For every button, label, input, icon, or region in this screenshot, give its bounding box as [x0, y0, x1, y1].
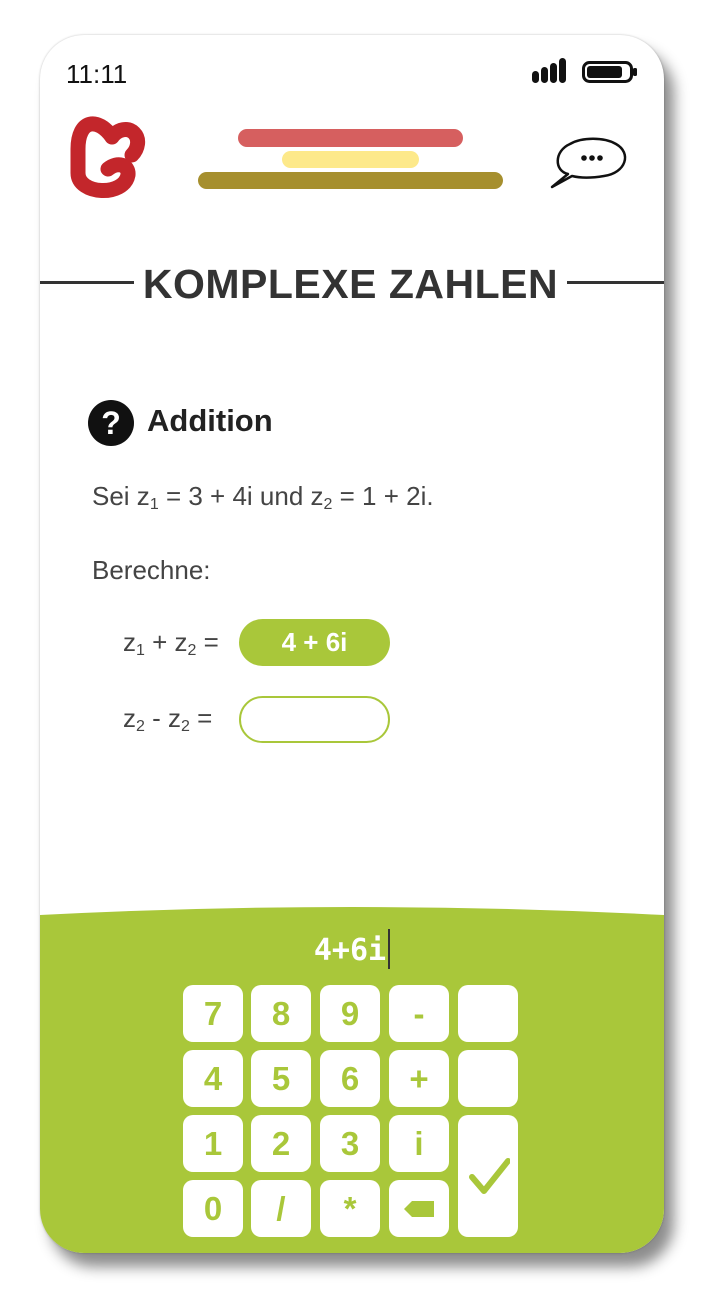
title-divider-left	[40, 281, 134, 284]
question-circle-icon: ?	[88, 400, 134, 446]
input-display[interactable]: 4+6i	[40, 929, 664, 969]
key-i[interactable]: i	[389, 1115, 449, 1172]
keypad-panel: 4+6i 7 8 9 - 4 5 6 + 1 2 3 i 0 / *	[40, 905, 664, 1253]
progress-bar-olive	[198, 172, 503, 189]
check-icon	[469, 1158, 510, 1194]
progress-indicator	[196, 127, 506, 191]
key-slash[interactable]: /	[251, 1180, 311, 1237]
svg-text:?: ?	[101, 405, 121, 441]
key-minus[interactable]: -	[389, 985, 449, 1042]
signal-icon	[532, 58, 566, 83]
key-4[interactable]: 4	[183, 1050, 243, 1107]
key-blank-2[interactable]	[458, 1050, 518, 1107]
answer-field-sum[interactable]: 4 + 6i	[239, 619, 390, 666]
text-cursor	[388, 929, 391, 969]
backspace-icon	[404, 1201, 434, 1217]
task-instruction: Berechne:	[92, 555, 211, 585]
key-8[interactable]: 8	[251, 985, 311, 1042]
page-title: KOMPLEXE ZAHLEN	[142, 261, 559, 307]
expression-sum: z1 + z2 =	[123, 627, 219, 659]
key-3[interactable]: 3	[320, 1115, 380, 1172]
key-5[interactable]: 5	[251, 1050, 311, 1107]
key-enter[interactable]	[458, 1115, 518, 1237]
key-7[interactable]: 7	[183, 985, 243, 1042]
status-bar: 11:11	[40, 35, 664, 105]
answer-field-difference[interactable]	[239, 696, 390, 743]
section-title: Addition	[147, 403, 273, 438]
title-row: KOMPLEXE ZAHLEN	[40, 257, 664, 309]
battery-icon	[582, 61, 637, 83]
expression-difference: z2 - z2 =	[123, 703, 213, 735]
key-9[interactable]: 9	[320, 985, 380, 1042]
key-6[interactable]: 6	[320, 1050, 380, 1107]
progress-bar-yellow	[282, 151, 419, 168]
key-2[interactable]: 2	[251, 1115, 311, 1172]
key-backspace[interactable]	[389, 1180, 449, 1237]
g-logo	[70, 116, 146, 198]
key-multiply[interactable]: *	[320, 1180, 380, 1237]
chat-icon[interactable]	[546, 133, 632, 191]
key-0[interactable]: 0	[183, 1180, 243, 1237]
key-plus[interactable]: +	[389, 1050, 449, 1107]
key-blank-1[interactable]	[458, 985, 518, 1042]
key-1[interactable]: 1	[183, 1115, 243, 1172]
status-time: 11:11	[66, 59, 128, 89]
title-divider-right	[567, 281, 664, 284]
task-statement: Sei z1 = 3 + 4i und z2 = 1 + 2i.	[92, 481, 434, 513]
progress-bar-red	[238, 129, 463, 147]
phone-screen: 11:11 KOMPLEXE ZAHLEN ? Addition Sei z1 …	[40, 35, 664, 1253]
